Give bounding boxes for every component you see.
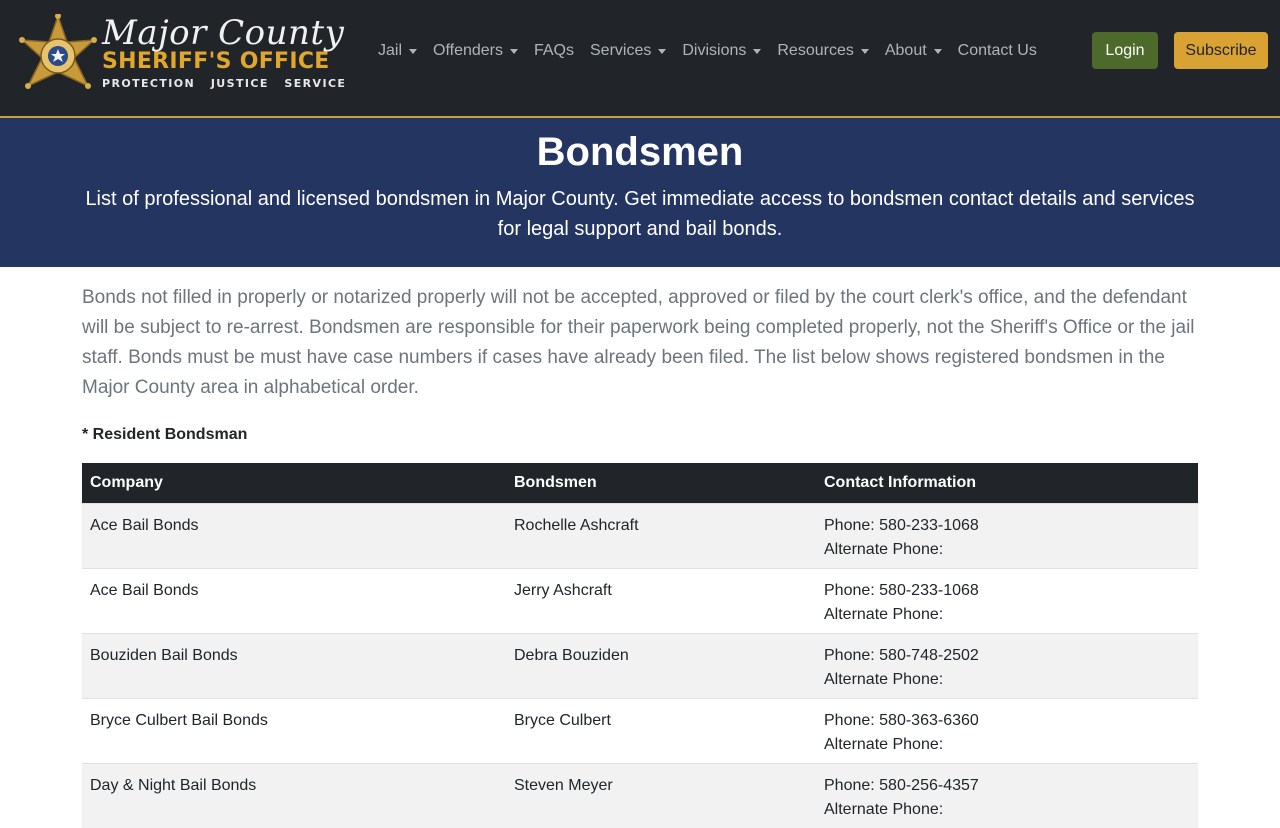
nav-item-contact-us[interactable]: Contact Us (950, 38, 1045, 64)
alternate-phone-text: Alternate Phone: (824, 670, 944, 688)
nav-item-faqs[interactable]: FAQs (526, 38, 582, 64)
bondsman-cell: Jerry Ashcraft (506, 567, 816, 633)
nav-item-resources[interactable]: Resources (769, 38, 876, 64)
nav-item-about[interactable]: About (877, 38, 950, 64)
nav-label: Jail (378, 42, 403, 59)
company-cell: Day & Night Bail Bonds (82, 762, 506, 828)
contact-cell: Phone: 580-233-1068 Alternate Phone: (816, 502, 1198, 568)
column-header-company: Company (82, 463, 506, 503)
alternate-phone-text: Alternate Phone: (824, 540, 944, 558)
main-nav: Jail Offenders FAQs Services Divisions R… (370, 38, 1045, 64)
contact-cell: Phone: 580-748-2502 Alternate Phone: (816, 632, 1198, 698)
phone-text: Phone: 580-256-4357 (824, 776, 979, 794)
alternate-phone-text: Alternate Phone: (824, 605, 944, 623)
chevron-down-icon (753, 48, 762, 54)
column-header-contact: Contact Information (816, 463, 1198, 503)
chevron-down-icon (658, 48, 667, 54)
resident-bondsman-note: * Resident Bondsman (82, 426, 248, 443)
brand-motto: PROTECTION JUSTICE SERVICE (102, 77, 347, 90)
contact-cell: Phone: 580-256-4357 Alternate Phone: (816, 762, 1198, 828)
sheriff-star-badge-icon (19, 14, 97, 89)
phone-text: Phone: 580-363-6360 (824, 711, 979, 729)
chevron-down-icon (409, 48, 418, 54)
main-content: Bonds not filled in properly or notarize… (82, 283, 1198, 828)
nav-item-divisions[interactable]: Divisions (674, 38, 769, 64)
nav-label: FAQs (533, 42, 574, 59)
bondsman-cell: Rochelle Ashcraft (506, 502, 816, 568)
bondsman-cell: Steven Meyer (506, 762, 816, 828)
company-cell: Ace Bail Bonds (82, 502, 506, 568)
chevron-down-icon (860, 48, 869, 54)
alternate-phone-text: Alternate Phone: (824, 800, 944, 818)
table-row: Bouziden Bail Bonds Debra Bouziden Phone… (82, 632, 1198, 698)
page-subtitle: List of professional and licensed bondsm… (85, 188, 1195, 240)
page-title: Bondsmen (536, 130, 744, 174)
chevron-down-icon (933, 48, 942, 54)
table-row: Ace Bail Bonds Rochelle Ashcraft Phone: … (82, 502, 1198, 568)
nav-item-offenders[interactable]: Offenders (425, 38, 526, 64)
company-cell: Bouziden Bail Bonds (82, 632, 506, 698)
bondsman-cell: Bryce Culbert (506, 697, 816, 763)
phone-text: Phone: 580-748-2502 (824, 646, 979, 664)
brand-subtitle: SHERIFF'S OFFICE (102, 49, 330, 74)
nav-label: Services (590, 42, 652, 59)
company-cell: Bryce Culbert Bail Bonds (82, 697, 506, 763)
nav-label: Divisions (682, 42, 747, 59)
nav-label: Offenders (433, 42, 503, 59)
nav-label: Contact Us (957, 42, 1037, 59)
contact-cell: Phone: 580-363-6360 Alternate Phone: (816, 697, 1198, 763)
nav-item-services[interactable]: Services (582, 38, 674, 64)
chevron-down-icon (509, 48, 518, 54)
table-row: Ace Bail Bonds Jerry Ashcraft Phone: 580… (82, 567, 1198, 633)
table-header-row: Company Bondsmen Contact Information (82, 463, 1198, 503)
contact-cell: Phone: 580-233-1068 Alternate Phone: (816, 567, 1198, 633)
page-hero: Bondsmen List of professional and licens… (0, 118, 1280, 267)
brand-title: Major County (102, 13, 345, 53)
nav-label: Resources (777, 42, 854, 59)
login-button[interactable]: Login (1092, 32, 1158, 69)
bondsman-cell: Debra Bouziden (506, 632, 816, 698)
bondsmen-table: Company Bondsmen Contact Information Ace… (82, 463, 1198, 828)
table-row: Day & Night Bail Bonds Steven Meyer Phon… (82, 762, 1198, 828)
site-logo[interactable]: Major County SHERIFF'S OFFICE PROTECTION… (18, 14, 345, 108)
table-row: Bryce Culbert Bail Bonds Bryce Culbert P… (82, 697, 1198, 763)
alternate-phone-text: Alternate Phone: (824, 735, 944, 753)
intro-paragraph: Bonds not filled in properly or notarize… (82, 287, 1195, 398)
phone-text: Phone: 580-233-1068 (824, 581, 979, 599)
company-cell: Ace Bail Bonds (82, 567, 506, 633)
nav-item-jail[interactable]: Jail (370, 38, 425, 64)
phone-text: Phone: 580-233-1068 (824, 516, 979, 534)
column-header-bondsmen: Bondsmen (506, 463, 816, 503)
subscribe-button[interactable]: Subscribe (1174, 32, 1268, 69)
top-navbar: Major County SHERIFF'S OFFICE PROTECTION… (0, 0, 1280, 118)
nav-label: About (884, 42, 927, 59)
